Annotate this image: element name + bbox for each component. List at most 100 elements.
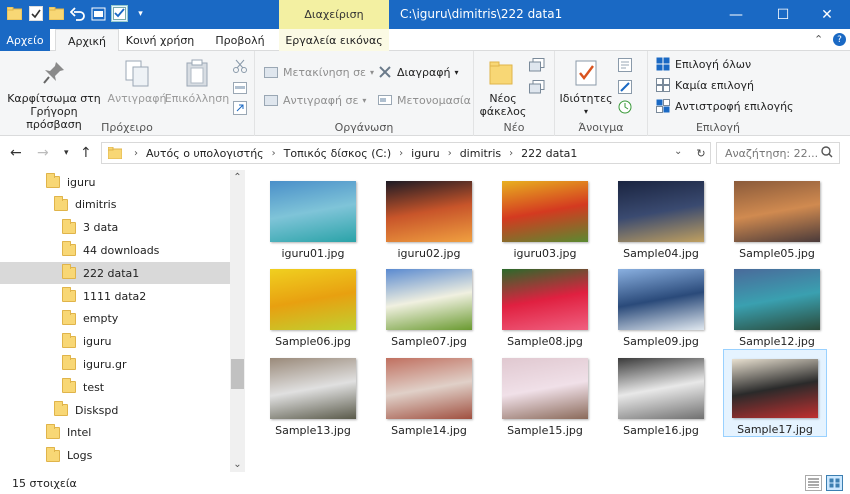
back-arrow-icon[interactable]: ←: [10, 145, 22, 161]
tree-item[interactable]: Intel: [0, 422, 230, 444]
properties-button[interactable]: Ιδιότητες ▾: [559, 57, 613, 118]
chevron-up-icon[interactable]: ⌃: [230, 172, 245, 183]
properties-label: Ιδιότητες: [559, 92, 613, 105]
cut-icon[interactable]: [232, 58, 248, 74]
open-icon[interactable]: [617, 57, 633, 73]
open-group-label: Άνοιγμα: [578, 121, 624, 134]
edit-icon[interactable]: [617, 79, 633, 95]
properties-check-icon[interactable]: [27, 5, 44, 22]
tab-share[interactable]: Κοινή χρήση: [120, 29, 200, 51]
address-bar[interactable]: › Αυτός ο υπολογιστής › Τοπικός δίσκος (…: [101, 142, 711, 164]
tree-item[interactable]: empty: [0, 308, 230, 330]
file-name: Sample05.jpg: [739, 247, 815, 260]
recent-locations-icon[interactable]: ▾: [64, 148, 69, 158]
tree-item[interactable]: 3 data: [0, 217, 230, 239]
breadcrumb-item[interactable]: 222 data1: [521, 147, 577, 160]
large-icons-view-icon[interactable]: [826, 475, 843, 491]
file-thumbnail[interactable]: Sample14.jpg: [377, 349, 481, 437]
tree-item[interactable]: 44 downloads: [0, 239, 230, 261]
image-preview: [618, 269, 704, 330]
file-thumbnail[interactable]: Sample06.jpg: [261, 260, 365, 348]
file-thumbnail[interactable]: Sample04.jpg: [609, 172, 713, 260]
folder-icon: [46, 446, 60, 462]
copy-to-button[interactable]: Αντιγραφή σε ▾: [263, 90, 366, 110]
file-thumbnail[interactable]: Sample05.jpg: [725, 172, 829, 260]
paste-shortcut-icon[interactable]: [232, 100, 248, 116]
nav-scrollbar[interactable]: ⌃ ⌄: [230, 170, 245, 472]
file-thumbnail[interactable]: iguru03.jpg: [493, 172, 597, 260]
collapse-ribbon-icon[interactable]: ⌃: [814, 33, 823, 46]
tab-file[interactable]: Αρχείο: [0, 29, 50, 51]
new-item-icon[interactable]: [529, 57, 545, 73]
customize-dropdown-icon[interactable]: ▾: [132, 5, 149, 22]
up-arrow-icon[interactable]: ↑: [80, 145, 92, 161]
file-view[interactable]: iguru01.jpg iguru02.jpg iguru03.jpg Sample0…: [245, 170, 850, 472]
image-preview: [502, 181, 588, 242]
maximize-button[interactable]: ☐: [760, 0, 806, 29]
select-group-label: Επιλογή: [695, 121, 741, 134]
file-name: Sample04.jpg: [623, 247, 699, 260]
select-all-button[interactable]: Επιλογή όλων: [655, 54, 751, 74]
breadcrumb-item[interactable]: Αυτός ο υπολογιστής: [146, 147, 264, 160]
file-thumbnail[interactable]: Sample09.jpg: [609, 260, 713, 348]
new-folder-button[interactable]: Νέος φάκελος: [478, 57, 528, 118]
chevron-down-icon[interactable]: ⌄: [230, 459, 245, 470]
help-icon[interactable]: ?: [833, 33, 846, 46]
status-bar: 15 στοιχεία: [0, 472, 850, 494]
minimize-button[interactable]: —: [713, 0, 759, 29]
tab-picture-tools[interactable]: Εργαλεία εικόνας: [279, 29, 389, 51]
chevron-right-icon: ›: [271, 147, 276, 159]
undo-icon[interactable]: [69, 5, 86, 22]
file-thumbnail[interactable]: Sample16.jpg: [609, 349, 713, 437]
delete-x-icon: [377, 64, 393, 80]
history-icon[interactable]: [617, 99, 633, 115]
scroll-thumb[interactable]: [231, 359, 244, 389]
refresh-icon[interactable]: ↻: [691, 142, 711, 164]
select-none-button[interactable]: Καμία επιλογή: [655, 75, 754, 95]
file-thumbnail[interactable]: Sample07.jpg: [377, 260, 481, 348]
address-dropdown-icon[interactable]: ⌄: [674, 146, 682, 157]
invert-selection-button[interactable]: Αντιστροφή επιλογής: [655, 96, 794, 116]
file-thumbnail[interactable]: iguru01.jpg: [261, 172, 365, 260]
file-thumbnail[interactable]: Sample13.jpg: [261, 349, 365, 437]
tree-item[interactable]: Diskspd: [0, 399, 230, 421]
file-thumbnail[interactable]: Sample12.jpg: [725, 260, 829, 348]
navigation-pane[interactable]: iguru dimitris 3 data 44 downloads 222 data1…: [0, 170, 245, 472]
file-thumbnail[interactable]: Sample15.jpg: [493, 349, 597, 437]
rename-button[interactable]: Μετονομασία: [377, 90, 471, 110]
file-thumbnail[interactable]: iguru02.jpg: [377, 172, 481, 260]
folder-icon[interactable]: [6, 5, 23, 22]
breadcrumb-item[interactable]: dimitris: [460, 147, 501, 160]
breadcrumb-item[interactable]: Τοπικός δίσκος (C:): [284, 147, 392, 160]
pin-quick-access-button[interactable]: Καρφίτσωμα στη Γρήγορη πρόσβαση: [4, 57, 104, 131]
paste-button[interactable]: Επικόλληση: [165, 57, 229, 105]
delete-button[interactable]: Διαγραφή ▾: [377, 62, 459, 82]
checkbox-selected-icon[interactable]: [111, 5, 128, 22]
file-name: Sample12.jpg: [739, 335, 815, 348]
tree-item[interactable]: test: [0, 376, 230, 398]
tree-item[interactable]: 1111 data2: [0, 285, 230, 307]
details-view-icon[interactable]: [805, 475, 822, 491]
breadcrumb-item[interactable]: iguru: [411, 147, 440, 160]
file-thumbnail[interactable]: Sample17.jpg: [723, 349, 827, 437]
tree-item[interactable]: iguru.gr: [0, 353, 230, 375]
tab-view[interactable]: Προβολή: [205, 29, 275, 51]
ribbon-tabs: Αρχείο Αρχική Κοινή χρήση Προβολή Εργαλε…: [0, 29, 850, 52]
copy-button[interactable]: Αντιγραφή: [107, 57, 167, 105]
tree-item[interactable]: iguru: [0, 171, 230, 193]
tab-home[interactable]: Αρχική: [55, 29, 119, 52]
tree-item[interactable]: dimitris: [0, 194, 230, 216]
file-thumbnail[interactable]: Sample08.jpg: [493, 260, 597, 348]
tree-item[interactable]: iguru: [0, 331, 230, 353]
forward-arrow-icon[interactable]: →: [37, 145, 49, 161]
context-tab-manage[interactable]: Διαχείριση: [279, 0, 389, 29]
close-button[interactable]: ✕: [804, 0, 850, 29]
move-to-button[interactable]: Μετακίνηση σε ▾: [263, 62, 374, 82]
search-input[interactable]: Αναζήτηση: 22...: [716, 142, 840, 164]
view-icon[interactable]: [90, 5, 107, 22]
tree-item[interactable]: Logs: [0, 445, 230, 467]
easy-access-icon[interactable]: [529, 79, 545, 95]
new-folder-icon[interactable]: [48, 5, 65, 22]
copy-path-icon[interactable]: [232, 80, 248, 96]
tree-item[interactable]: 222 data1: [0, 262, 230, 285]
